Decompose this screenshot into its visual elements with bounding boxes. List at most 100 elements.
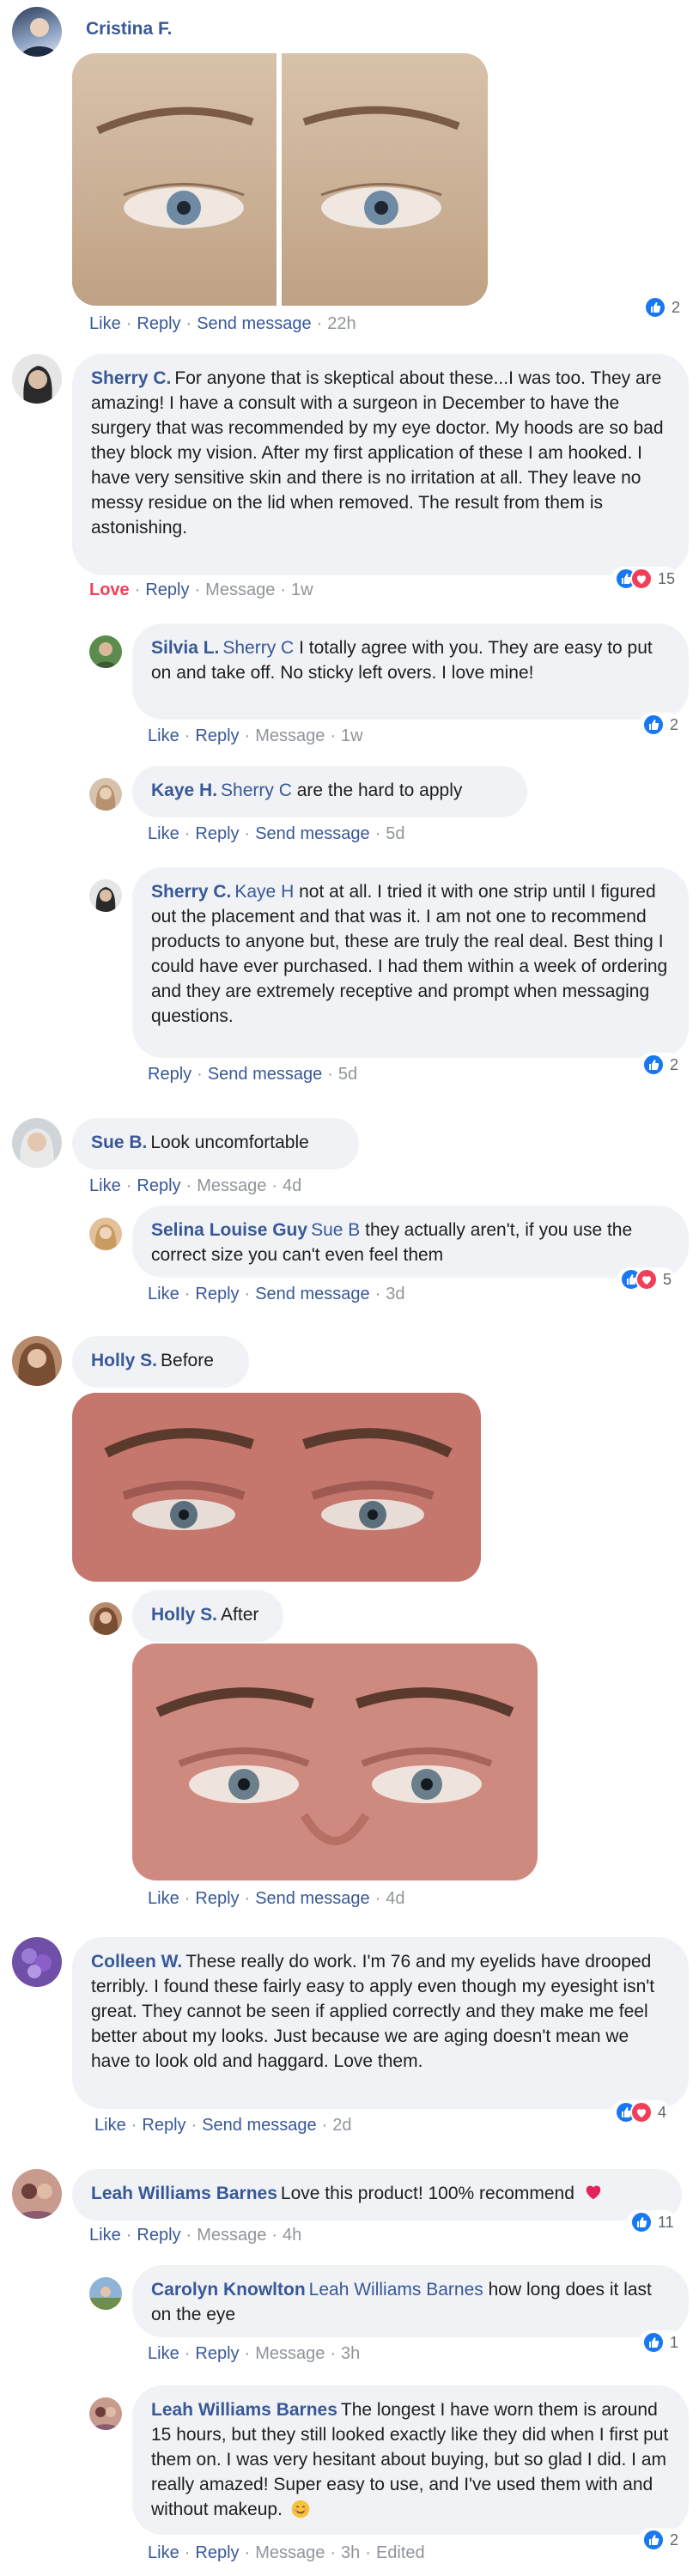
timestamp[interactable]: 4d [386,1889,404,1908]
reply-button[interactable]: Reply [195,726,239,745]
author-name[interactable]: Selina Louise Guy [151,1220,307,1240]
author-name[interactable]: Leah Williams Barnes [91,2184,277,2203]
reply-button[interactable]: Reply [145,580,189,599]
reaction-count[interactable]: 2 [639,713,683,737]
avatar[interactable] [89,635,122,668]
reaction-count[interactable]: 2 [639,1053,683,1077]
avatar-photo-icon [95,785,116,811]
author-name[interactable]: Silvia L. [151,638,219,658]
comment-text: After [221,1605,259,1625]
like-reaction-icon [642,714,665,736]
reply-button[interactable]: Reply [137,1176,180,1195]
comment-photo-before-after[interactable] [72,53,488,306]
mention-link[interactable]: Leah Williams Barnes [309,2280,483,2300]
message-button[interactable]: Message [197,1176,266,1195]
like-button[interactable]: Like [148,1889,179,1908]
edited-label[interactable]: Edited [376,2543,425,2562]
reaction-count[interactable]: 2 [639,2528,683,2552]
avatar-photo-icon [21,18,58,57]
timestamp[interactable]: 1w [291,580,313,599]
comment-text: Look uncomfortable [150,1133,309,1152]
author-name[interactable]: Sue B. [91,1133,147,1152]
send-message-button[interactable]: Send message [255,1285,369,1303]
comment-photo-after[interactable] [132,1643,538,1880]
comment-actions: Reply · Send message · 5d [148,1065,358,1084]
timestamp[interactable]: 2d [332,2116,351,2135]
like-button[interactable]: Like [89,2226,121,2245]
avatar[interactable] [89,2397,122,2430]
reply-button[interactable]: Reply [148,1065,191,1084]
like-button[interactable]: Like [148,726,179,745]
reaction-count[interactable]: 11 [627,2210,678,2234]
avatar[interactable] [12,1118,62,1168]
reply-button[interactable]: Reply [195,824,239,843]
author-name[interactable]: Colleen W. [91,1952,182,1971]
reaction-count[interactable]: 1 [639,2330,683,2354]
avatar-photo-icon [18,1343,56,1386]
author-name[interactable]: Kaye H. [151,781,217,800]
reply-button[interactable]: Reply [195,2344,239,2363]
love-reaction-icon [635,1268,658,1291]
like-button[interactable]: Like [148,824,179,843]
like-button[interactable]: Like [148,2543,179,2562]
avatar[interactable] [12,1937,62,1987]
avatar[interactable] [12,2169,62,2219]
timestamp[interactable]: 3h [341,2543,360,2562]
avatar[interactable] [89,2277,122,2310]
avatar[interactable] [12,1336,62,1386]
timestamp[interactable]: 4d [283,1176,301,1195]
love-button[interactable]: Love [89,580,130,599]
reply-button[interactable]: Reply [195,1285,239,1303]
author-name[interactable]: Holly S. [91,1351,157,1370]
send-message-button[interactable]: Send message [208,1065,322,1084]
avatar[interactable] [89,1602,122,1635]
avatar[interactable] [12,354,62,404]
timestamp[interactable]: 22h [327,314,356,333]
comment-photo-before[interactable] [72,1393,481,1582]
reply-button[interactable]: Reply [195,2543,239,2562]
mention-link[interactable]: Sherry C [222,638,294,658]
mention-link[interactable]: Kaye H [234,882,294,902]
like-button[interactable]: Like [148,1285,179,1303]
avatar[interactable] [89,1218,122,1250]
send-message-button[interactable]: Send message [197,314,311,333]
author-name[interactable]: Carolyn Knowlton [151,2280,306,2300]
mention-link[interactable]: Sherry C [221,781,292,800]
timestamp[interactable]: 3d [386,1285,404,1303]
message-button[interactable]: Message [197,2226,266,2245]
reaction-count[interactable]: 5 [617,1267,676,1291]
mention-link[interactable]: Sue B [311,1220,360,1240]
reply-button[interactable]: Reply [195,1889,239,1908]
timestamp[interactable]: 3h [341,2344,360,2363]
avatar[interactable] [89,778,122,811]
author-name[interactable]: Cristina F. [86,19,172,39]
send-message-button[interactable]: Send message [202,2116,316,2135]
comment-actions: Like · Reply · Send message · 3d [148,1285,405,1303]
reply-button[interactable]: Reply [142,2116,185,2135]
like-button[interactable]: Like [89,314,121,333]
reply-button[interactable]: Reply [137,314,180,333]
author-name[interactable]: Holly S. [151,1605,217,1625]
reaction-count[interactable]: 2 [641,295,684,319]
author-name[interactable]: Sherry C. [151,882,231,902]
reply-button[interactable]: Reply [137,2226,180,2245]
timestamp[interactable]: 5d [386,824,404,843]
like-button[interactable]: Like [89,1176,121,1195]
reaction-count[interactable]: 15 [611,567,679,591]
message-button[interactable]: Message [255,2344,325,2363]
message-button[interactable]: Message [205,580,275,599]
avatar[interactable] [12,7,62,57]
reaction-count[interactable]: 4 [611,2100,671,2124]
author-name[interactable]: Leah Williams Barnes [151,2400,337,2420]
timestamp[interactable]: 1w [341,726,363,745]
timestamp[interactable]: 5d [338,1065,357,1084]
message-button[interactable]: Message [255,2543,325,2562]
author-name[interactable]: Sherry C. [91,368,171,388]
like-button[interactable]: Like [94,2116,126,2135]
like-button[interactable]: Like [148,2344,179,2363]
send-message-button[interactable]: Send message [255,1889,369,1908]
send-message-button[interactable]: Send message [255,824,369,843]
avatar[interactable] [89,879,122,912]
message-button[interactable]: Message [255,726,325,745]
timestamp[interactable]: 4h [283,2226,301,2245]
